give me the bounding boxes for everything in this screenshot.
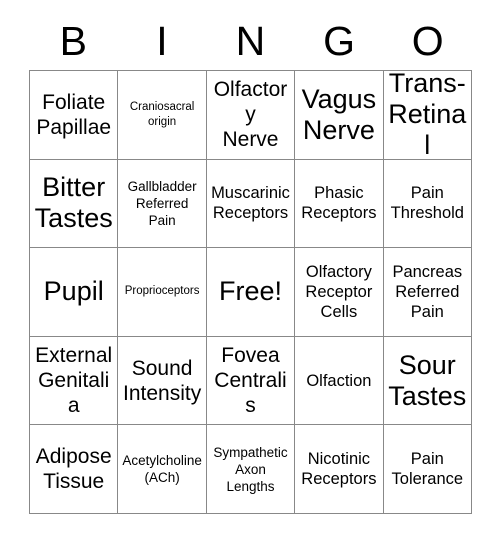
bingo-cell[interactable]: Gallbladder Referred Pain bbox=[118, 159, 207, 249]
bingo-cell[interactable]: External Genitalia bbox=[30, 336, 119, 426]
bingo-cell-label: External Genitalia bbox=[35, 344, 113, 418]
bingo-cell[interactable]: Trans- Retinal bbox=[383, 71, 472, 160]
bingo-cell-label: Trans- Retinal bbox=[388, 71, 467, 160]
bingo-cell-label: Pain Tolerance bbox=[391, 450, 464, 489]
bingo-cell-label: Acetylcholine (ACh) bbox=[122, 453, 202, 486]
bingo-cell-label: Sound Intensity bbox=[122, 356, 202, 405]
bingo-cell[interactable]: Nicotinic Receptors bbox=[295, 425, 384, 514]
bingo-cell-label: Olfactory Nerve bbox=[213, 78, 288, 152]
bingo-cell-label: Olfaction bbox=[306, 371, 372, 390]
bingo-cell-label: Craniosacral origin bbox=[129, 100, 195, 128]
bingo-card: B I N G O Foliate Papillae Craniosacral o… bbox=[0, 0, 500, 544]
bingo-cell[interactable]: Sound Intensity bbox=[118, 336, 207, 426]
bingo-cell-label: Nicotinic Receptors bbox=[301, 450, 377, 489]
bingo-cell-label: Pancreas Referred Pain bbox=[392, 262, 463, 321]
bingo-cell-label: Free! bbox=[218, 276, 282, 307]
bingo-cell[interactable]: Foliate Papillae bbox=[30, 71, 119, 160]
bingo-cell[interactable]: Proprioceptors bbox=[118, 248, 207, 337]
bingo-cell[interactable]: Sour Tastes bbox=[383, 336, 472, 426]
bingo-header-letter-b: B bbox=[59, 18, 87, 64]
bingo-cell[interactable]: Phasic Receptors bbox=[295, 159, 384, 249]
bingo-cell-label: Gallbladder Referred Pain bbox=[127, 178, 197, 228]
bingo-header-letter-i: I bbox=[156, 18, 168, 64]
bingo-cell-label: Fovea Centralis bbox=[214, 344, 287, 418]
bingo-cell-label: Sour Tastes bbox=[388, 349, 467, 411]
bingo-cell[interactable]: Muscarinic Receptors bbox=[206, 159, 296, 249]
bingo-cell[interactable]: Free! bbox=[206, 248, 296, 337]
bingo-cell[interactable]: Olfactory Receptor Cells bbox=[295, 248, 384, 337]
bingo-cell[interactable]: Olfactory Nerve bbox=[206, 71, 296, 160]
bingo-cell[interactable]: Pain Threshold bbox=[383, 159, 472, 249]
bingo-cell-label: Bitter Tastes bbox=[34, 172, 113, 234]
bingo-cell[interactable]: Vagus Nerve bbox=[295, 71, 384, 160]
bingo-cell[interactable]: Adipose Tissue bbox=[30, 425, 119, 514]
bingo-cell-label: Pupil bbox=[43, 276, 104, 307]
bingo-cell-label: Muscarinic Receptors bbox=[211, 184, 290, 223]
bingo-cell-label: Phasic Receptors bbox=[301, 184, 377, 223]
bingo-cell-label: Foliate Papillae bbox=[36, 90, 112, 139]
bingo-header-letter-n: N bbox=[235, 18, 266, 64]
bingo-cell-label: Sympathetic Axon Lengths bbox=[213, 444, 288, 494]
bingo-header-letter-g: G bbox=[323, 18, 356, 64]
bingo-cell[interactable]: Bitter Tastes bbox=[30, 159, 119, 249]
bingo-cell-label: Pain Threshold bbox=[390, 184, 464, 223]
bingo-cell[interactable]: Olfaction bbox=[295, 336, 384, 426]
bingo-header-row: B I N G O bbox=[29, 14, 472, 68]
bingo-cell[interactable]: Acetylcholine (ACh) bbox=[118, 425, 207, 514]
bingo-cell-label: Olfactory Receptor Cells bbox=[305, 262, 373, 321]
bingo-cell-label: Vagus Nerve bbox=[301, 83, 377, 145]
bingo-cell-label: Proprioceptors bbox=[124, 285, 200, 298]
bingo-cell[interactable]: Pain Tolerance bbox=[383, 425, 472, 514]
bingo-cell[interactable]: Fovea Centralis bbox=[206, 336, 296, 426]
bingo-cell[interactable]: Sympathetic Axon Lengths bbox=[206, 425, 296, 514]
bingo-header-letter-o: O bbox=[411, 18, 444, 64]
bingo-cell[interactable]: Pupil bbox=[30, 248, 119, 337]
bingo-cell-label: Adipose Tissue bbox=[35, 445, 112, 494]
bingo-grid: Foliate Papillae Craniosacral origin Olfac… bbox=[29, 70, 472, 514]
bingo-cell[interactable]: Craniosacral origin bbox=[118, 71, 207, 160]
bingo-cell[interactable]: Pancreas Referred Pain bbox=[383, 248, 472, 337]
